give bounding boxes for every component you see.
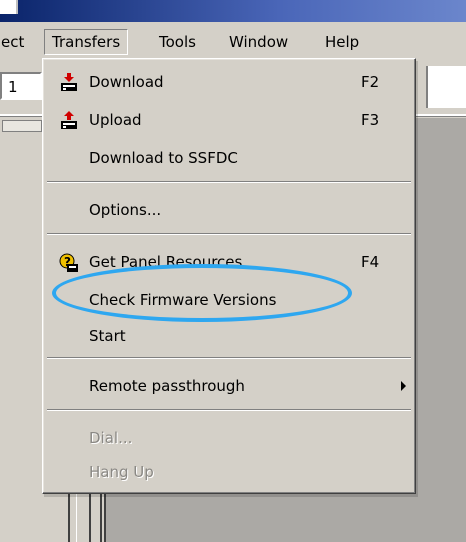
- menu-bar: ect Transfers Tools Window Help: [0, 22, 466, 63]
- menu-separator: [47, 233, 411, 235]
- menu-project[interactable]: ect: [0, 30, 31, 54]
- menu-item-label: Options...: [89, 201, 162, 219]
- menu-item-upload[interactable]: Upload F3: [43, 105, 415, 135]
- menu-item-hang-up[interactable]: Hang Up: [43, 457, 415, 487]
- menu-item-check-firmware-versions[interactable]: Check Firmware Versions: [43, 285, 415, 315]
- menu-transfers[interactable]: Transfers: [44, 29, 129, 55]
- menu-separator: [47, 409, 411, 411]
- window-icon: [0, 0, 18, 14]
- download-icon: [59, 73, 79, 93]
- menu-window[interactable]: Window: [222, 30, 295, 54]
- toolbar-field[interactable]: [426, 66, 466, 108]
- menu-item-label: Dial...: [89, 429, 133, 447]
- menu-item-options[interactable]: Options...: [43, 195, 415, 225]
- shortcut-label: F4: [361, 253, 380, 271]
- shortcut-label: F3: [361, 111, 380, 129]
- title-bar: [0, 0, 466, 22]
- menu-tools[interactable]: Tools: [152, 30, 203, 54]
- menu-item-start[interactable]: Start: [43, 321, 415, 351]
- menu-item-download[interactable]: Download F2: [43, 67, 415, 97]
- upload-icon: [59, 111, 79, 131]
- transfers-dropdown-menu: Download F2 Upload F3 Download to SSFDC …: [42, 58, 416, 494]
- menu-separator: [47, 181, 411, 183]
- menu-item-label: Remote passthrough: [89, 377, 245, 395]
- menu-item-label: Check Firmware Versions: [89, 291, 277, 309]
- menu-item-label: Hang Up: [89, 463, 154, 481]
- panel-resources-icon: ?: [59, 253, 79, 273]
- menu-item-remote-passthrough[interactable]: Remote passthrough: [43, 371, 415, 401]
- menu-item-dial[interactable]: Dial...: [43, 423, 415, 453]
- menu-help[interactable]: Help: [318, 30, 366, 54]
- menu-item-label: Download to SSFDC: [89, 149, 238, 167]
- shortcut-label: F2: [361, 73, 380, 91]
- menu-item-label: Get Panel Resources: [89, 253, 243, 271]
- panel-button[interactable]: [2, 120, 42, 132]
- menu-item-label: Start: [89, 327, 126, 345]
- menu-item-get-panel-resources[interactable]: ? Get Panel Resources F4: [43, 247, 415, 277]
- menu-item-download-ssfdc[interactable]: Download to SSFDC: [43, 143, 415, 173]
- menu-item-label: Download: [89, 73, 164, 91]
- submenu-arrow-icon: [401, 381, 406, 391]
- page-number-field[interactable]: 1: [0, 72, 42, 100]
- menu-item-label: Upload: [89, 111, 142, 129]
- menu-separator: [47, 357, 411, 359]
